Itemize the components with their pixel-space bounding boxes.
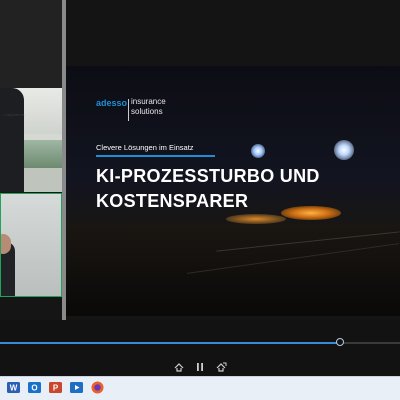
svg-text:W: W [10,384,18,393]
progress-thumb[interactable] [336,338,344,346]
taskbar-outlook[interactable]: O [27,380,42,395]
brand-logo: adesso [96,98,128,108]
media-player-icon [70,382,83,393]
brand-divider [128,99,129,121]
taskbar-media-player[interactable] [69,380,84,395]
powerpoint-icon: P [49,382,62,393]
participant-silhouette [0,88,24,192]
slide-light [251,144,265,158]
outlook-icon: O [28,382,41,393]
forward-icon [216,362,227,372]
participant-top-band [0,0,62,88]
active-speaker-tile[interactable] [0,193,62,297]
forward-button[interactable] [214,360,228,374]
taskbar-firefox[interactable] [90,380,105,395]
slide-light [334,140,354,160]
taskbar-powerpoint[interactable]: P [48,380,63,395]
word-icon: W [7,382,20,393]
tile-window-view [22,140,62,168]
slide-title-line-2: KOSTENSPARER [96,191,249,211]
slide-ground [66,224,400,316]
slide-title-line-1: KI-PROZESSTURBO UND [96,166,320,186]
pause-button[interactable] [193,360,207,374]
pause-icon [197,363,203,371]
tile-wall-text: ...nagement [2,112,25,117]
subtitle-underline [96,155,215,157]
participant-video-tile[interactable]: ...nagement [0,88,62,192]
svg-text:P: P [53,384,59,393]
taskbar-word[interactable]: W [6,380,21,395]
rewind-icon [174,363,184,372]
progress-fill [0,342,340,344]
firefox-icon [91,381,104,394]
rewind-button[interactable] [172,360,186,374]
slide-city-glow [281,206,341,220]
brand-line-1: insurance [131,97,166,106]
slide-subtitle: Clevere Lösungen im Einsatz [96,143,194,152]
slide-city-glow [226,214,286,224]
svg-text:O: O [31,384,37,393]
brand-line-2: solutions [131,107,163,116]
